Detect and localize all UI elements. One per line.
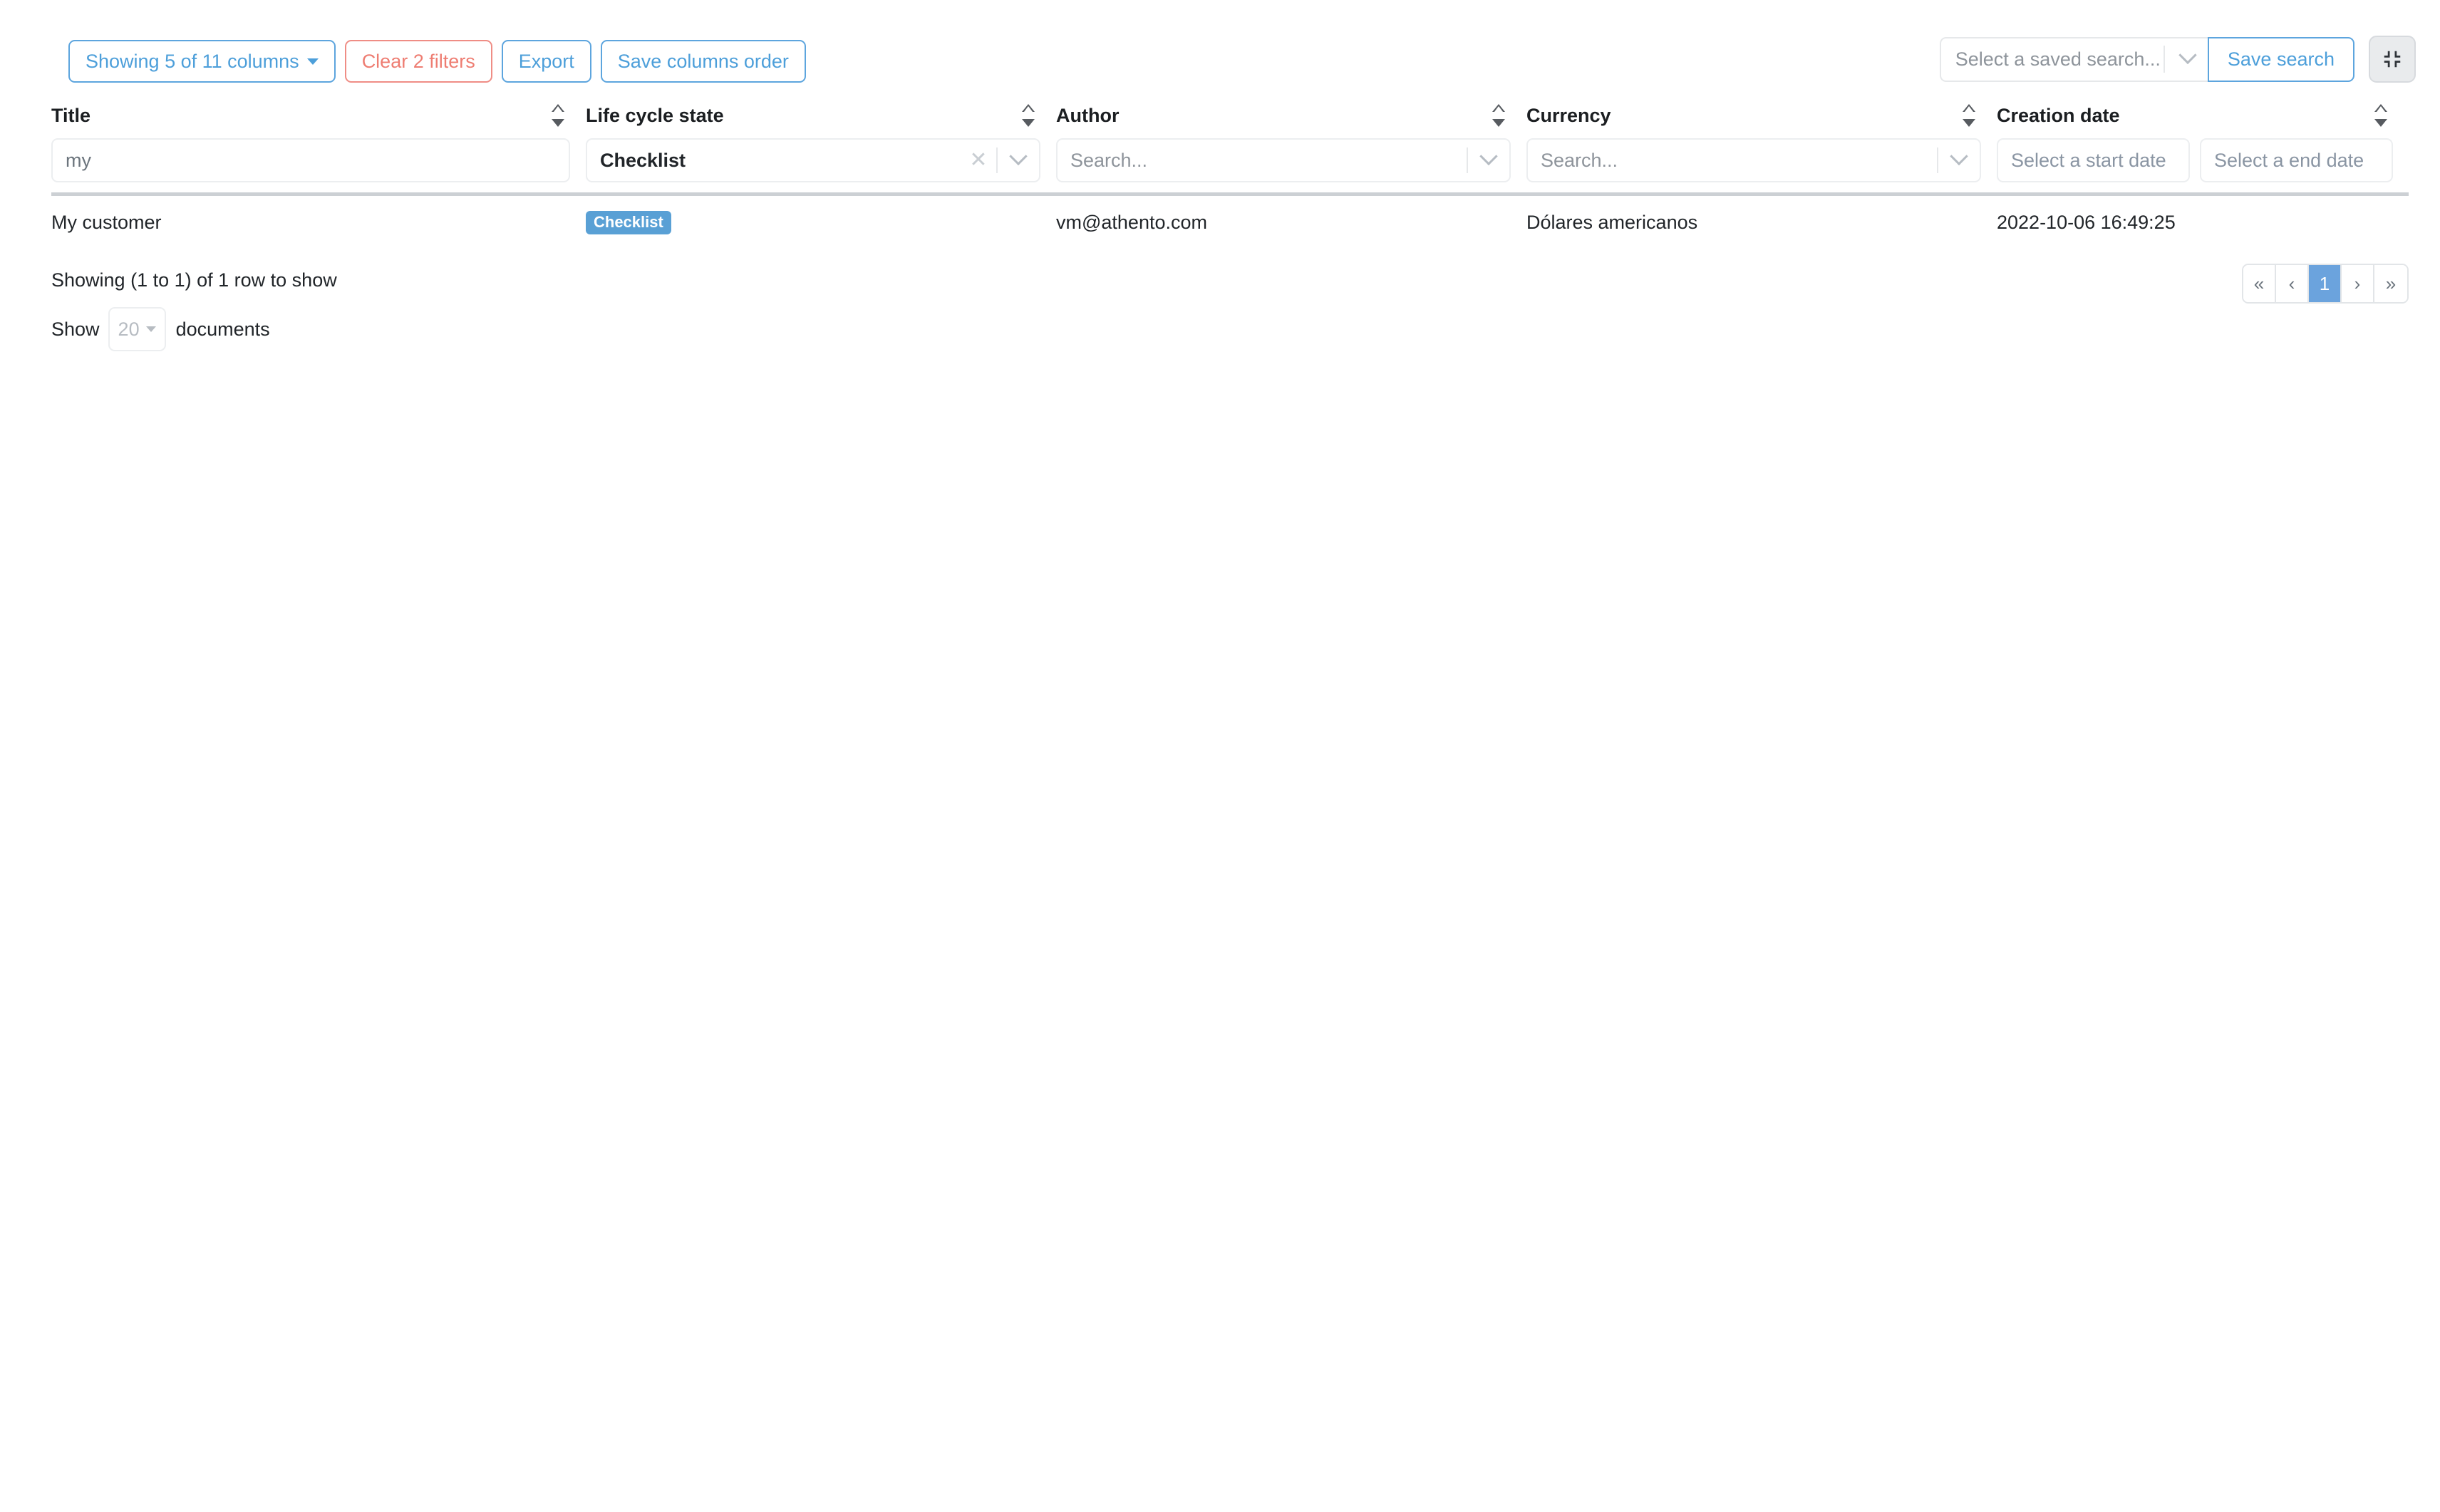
start-date-input[interactable]: Select a start date [1997,138,2190,182]
column-title: Title my [51,100,586,182]
pagination: « ‹ 1 › » [2242,264,2409,304]
divider [996,147,998,173]
pagination-first-button[interactable]: « [2243,265,2276,302]
toolbar-left-actions: Showing 5 of 11 columns Clear 2 filters … [68,40,806,83]
cell-life-cycle-state: Checklist [586,210,1056,234]
saved-search-select[interactable]: Select a saved search... [1940,37,2208,82]
documents-label: documents [176,319,270,341]
results-summary: Showing (1 to 1) of 1 row to show [51,269,2409,291]
chevron-down-icon[interactable] [1943,154,1975,167]
clear-icon[interactable]: ✕ [965,150,992,171]
saved-search-group: Select a saved search... Save search [1940,37,2354,82]
sort-icon-creation-date[interactable] [2373,104,2389,127]
columns-visibility-label: Showing 5 of 11 columns [86,52,299,71]
column-label-currency: Currency [1526,105,1611,127]
column-header-creation-date: Creation date [1997,100,2393,131]
filter-cell-author: Search... [1056,138,1511,182]
end-date-input[interactable]: Select a end date [2200,138,2393,182]
divider [1467,147,1468,173]
table-row[interactable]: My customer Checklist vm@athento.com Dól… [51,196,2409,249]
column-label-title: Title [51,105,91,127]
column-author: Author Search... [1056,100,1526,182]
results-table: Title my Life cycle state Checklist ✕ [51,100,2409,249]
pagination-last-button[interactable]: » [2374,265,2407,302]
column-currency: Currency Search... [1526,100,1997,182]
save-search-button[interactable]: Save search [2208,37,2354,82]
table-footer: Showing (1 to 1) of 1 row to show Show 2… [51,269,2409,351]
toolbar-right-actions: Select a saved search... Save search [1940,36,2416,83]
sort-icon-life-cycle-state[interactable] [1020,104,1036,127]
filter-cell-currency: Search... [1526,138,1981,182]
show-label: Show [51,319,100,341]
pagination-next-button[interactable]: › [2342,265,2374,302]
column-header-currency: Currency [1526,100,1981,131]
status-badge: Checklist [586,211,671,234]
pagination-prev-button[interactable]: ‹ [2276,265,2309,302]
cell-title: My customer [51,212,586,234]
saved-search-placeholder: Select a saved search... [1955,48,2161,71]
column-label-creation-date: Creation date [1997,105,2120,127]
filter-select-author[interactable]: Search... [1056,138,1511,182]
export-button[interactable]: Export [502,40,591,83]
save-columns-order-button[interactable]: Save columns order [601,40,806,83]
filter-selected-value-life-cycle-state: Checklist [600,150,965,172]
filter-select-currency[interactable]: Search... [1526,138,1981,182]
page-size-select[interactable]: 20 [108,307,166,351]
sort-icon-author[interactable] [1491,104,1506,127]
column-header-title: Title [51,100,570,131]
column-label-author: Author [1056,105,1119,127]
chevron-down-icon[interactable] [1472,154,1505,167]
chevron-down-icon[interactable] [1002,154,1035,167]
clear-filters-button[interactable]: Clear 2 filters [345,40,492,83]
sort-icon-currency[interactable] [1961,104,1977,127]
column-header-life-cycle-state: Life cycle state [586,100,1040,131]
divider [2164,46,2165,73]
divider [1937,147,1938,173]
column-life-cycle-state: Life cycle state Checklist ✕ [586,100,1056,182]
column-creation-date: Creation date Select a start date Select… [1997,100,2409,182]
filter-placeholder-author: Search... [1070,150,1462,172]
chevron-down-icon[interactable] [2168,53,2208,66]
sort-icon-title[interactable] [550,104,566,127]
filter-cell-title: my [51,138,570,182]
collapse-view-button[interactable] [2369,36,2416,83]
page-size-row: Show 20 documents [51,307,2409,351]
toolbar: Showing 5 of 11 columns Clear 2 filters … [0,0,2440,97]
cell-currency: Dólares americanos [1526,212,1997,234]
collapse-icon [2382,48,2403,70]
chevron-down-icon [307,58,319,65]
cell-creation-date: 2022-10-06 16:49:25 [1997,212,2409,234]
page-size-value: 20 [118,319,140,341]
filter-cell-life-cycle-state: Checklist ✕ [586,138,1040,182]
column-header-author: Author [1056,100,1511,131]
pagination-page-1-button[interactable]: 1 [2309,265,2342,302]
date-range-filter: Select a start date Select a end date [1997,138,2393,182]
filter-select-life-cycle-state[interactable]: Checklist ✕ [586,138,1040,182]
column-label-life-cycle-state: Life cycle state [586,105,724,127]
filter-input-title[interactable]: my [51,138,570,182]
filter-cell-creation-date: Select a start date Select a end date [1997,138,2393,182]
cell-author: vm@athento.com [1056,212,1526,234]
chevron-down-icon [146,326,156,332]
columns-visibility-button[interactable]: Showing 5 of 11 columns [68,40,336,83]
table-header-row: Title my Life cycle state Checklist ✕ [51,100,2409,182]
filter-placeholder-currency: Search... [1541,150,1933,172]
